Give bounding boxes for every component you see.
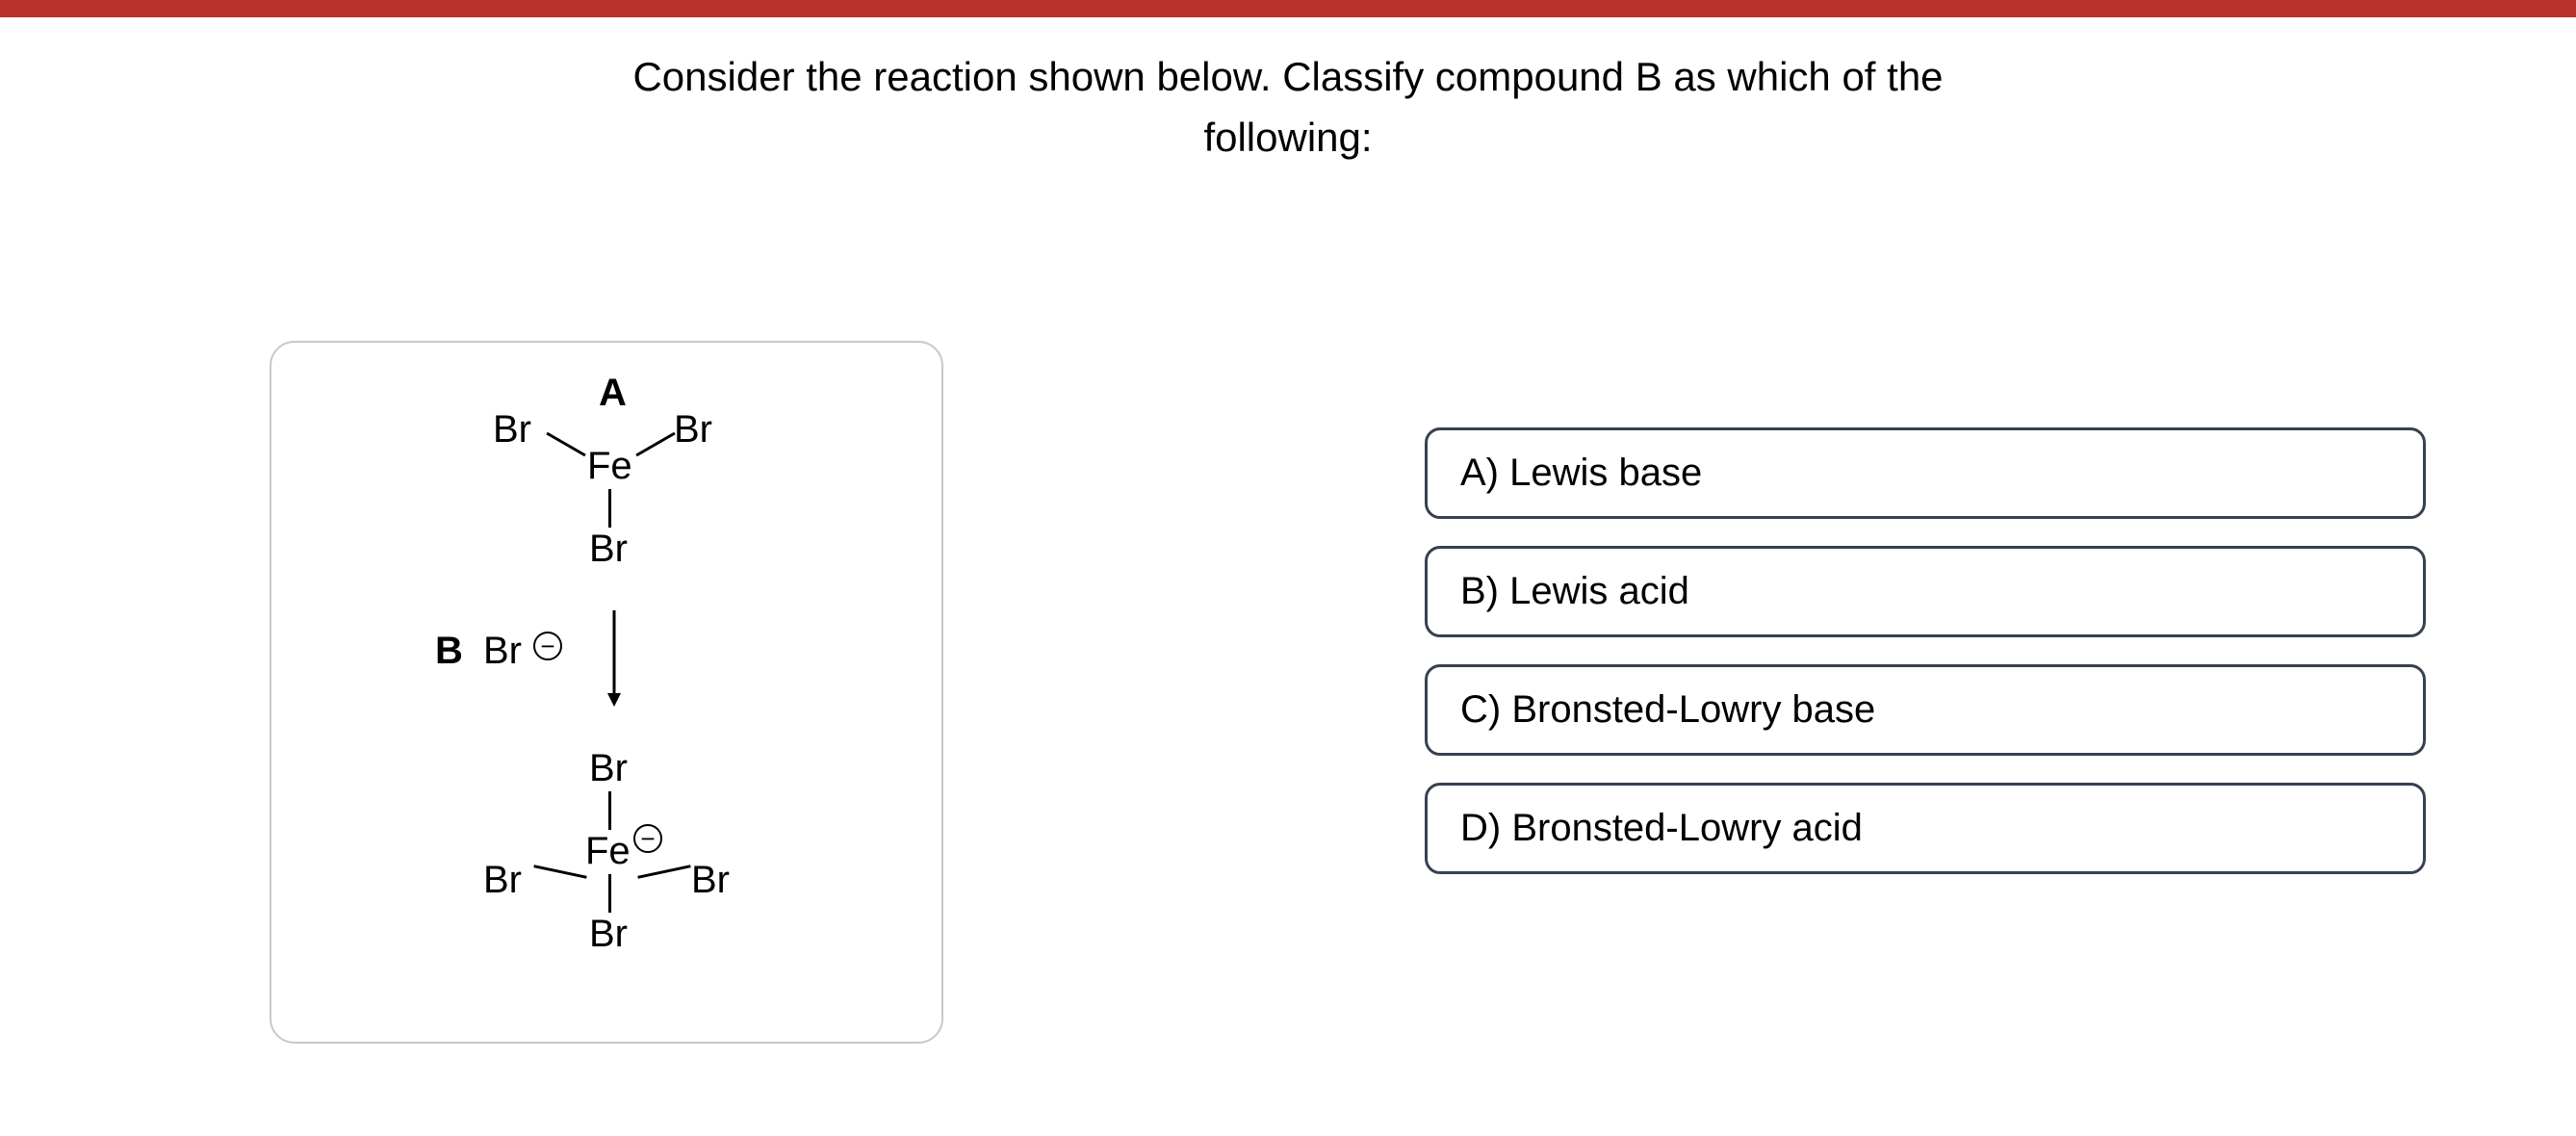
br-label-a-topright: Br xyxy=(674,408,712,452)
br-label-p-left: Br xyxy=(483,859,522,902)
answer-option-d[interactable]: D) Bronsted-Lowry acid xyxy=(1425,783,2426,874)
fe-label-a: Fe xyxy=(587,445,632,488)
bond-a-right xyxy=(635,432,675,457)
br-label-a-topleft: Br xyxy=(493,408,531,452)
bond-p-right xyxy=(637,865,690,879)
br-label-b: Br xyxy=(483,630,522,673)
diagram-inner: A Br Br Fe Br B Br − xyxy=(271,343,941,1042)
br-label-p-bottom: Br xyxy=(589,913,628,956)
compound-b-label: B xyxy=(435,630,463,673)
top-accent-bar xyxy=(0,0,2576,17)
br-label-p-right: Br xyxy=(691,859,730,902)
answer-option-a[interactable]: A) Lewis base xyxy=(1425,427,2426,519)
question-prompt: Consider the reaction shown below. Class… xyxy=(0,46,2576,168)
bond-p-left xyxy=(533,865,586,879)
compound-a-label: A xyxy=(599,372,627,415)
br-label-a-bottom: Br xyxy=(589,528,628,571)
question-line1: Consider the reaction shown below. Class… xyxy=(632,54,1943,99)
negative-charge-p: − xyxy=(633,824,662,853)
bond-p-top xyxy=(608,791,611,830)
answer-c-text: C) Bronsted-Lowry base xyxy=(1460,688,1875,731)
answer-option-c[interactable]: C) Bronsted-Lowry base xyxy=(1425,664,2426,756)
br-label-p-top: Br xyxy=(589,747,628,790)
answer-b-text: B) Lewis acid xyxy=(1460,570,1689,612)
answer-list: A) Lewis base B) Lewis acid C) Bronsted-… xyxy=(1425,427,2426,901)
negative-charge-b: − xyxy=(533,632,562,660)
reaction-diagram: A Br Br Fe Br B Br − xyxy=(270,341,943,1044)
answer-a-text: A) Lewis base xyxy=(1460,452,1702,494)
bond-a-left xyxy=(546,432,585,457)
bond-p-bottom xyxy=(608,874,611,913)
fe-label-p: Fe xyxy=(585,830,631,873)
reaction-arrow xyxy=(605,610,624,716)
question-line2: following: xyxy=(1203,115,1372,160)
bond-a-down xyxy=(608,489,611,528)
answer-option-b[interactable]: B) Lewis acid xyxy=(1425,546,2426,637)
answer-d-text: D) Bronsted-Lowry acid xyxy=(1460,807,1863,849)
